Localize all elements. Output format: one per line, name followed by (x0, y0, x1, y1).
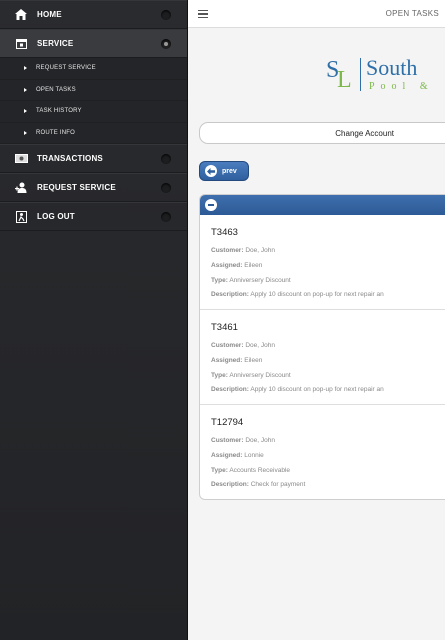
logo-divider (360, 58, 361, 91)
subnav-item-label: OPEN TASKS (36, 86, 76, 93)
subnav-item-label: REQUEST SERVICE (36, 65, 96, 72)
change-account-button[interactable]: Change Account (199, 122, 445, 144)
task-customer: Customer: Doe, John (211, 247, 275, 254)
task-id: T3461 (211, 322, 238, 333)
task-item[interactable]: T3461 Customer: Doe, John Assigned: Eile… (200, 310, 445, 405)
sidebar-item-log-out[interactable]: LOG OUT (0, 202, 187, 231)
subnav-item-task-history[interactable]: TASK HISTORY (0, 101, 187, 123)
logout-icon (14, 210, 28, 223)
caret-right-icon (24, 87, 27, 92)
page-title: OPEN TASKS (385, 9, 439, 18)
money-icon (14, 153, 28, 165)
subnav-item-route-info[interactable]: ROUTE INFO (0, 123, 187, 144)
panel-header (200, 195, 445, 215)
subnav-item-label: ROUTE INFO (36, 129, 75, 136)
sidebar-indicator (161, 38, 171, 49)
task-assigned: Assigned: Eileen (211, 261, 263, 269)
sidebar-item-label: HOME (37, 10, 62, 19)
sidebar-item-home[interactable]: HOME (0, 0, 187, 29)
prev-button[interactable]: prev (199, 161, 249, 181)
person-add-icon (14, 182, 28, 194)
sidebar-item-label: LOG OUT (37, 212, 75, 221)
caret-right-icon (24, 109, 27, 114)
service-subnav: REQUEST SERVICE OPEN TASKS TASK HISTORY … (0, 58, 187, 144)
sidebar-indicator (161, 211, 171, 222)
sidebar-item-transactions[interactable]: TRANSACTIONS (0, 144, 187, 173)
task-item[interactable]: T3463 Customer: Doe, John Assigned: Eile… (200, 215, 445, 310)
task-assigned: Assigned: Eileen (211, 356, 263, 364)
prev-label: prev (222, 167, 237, 175)
task-description: Description: Check for payment (211, 481, 306, 489)
sidebar-indicator (161, 9, 171, 20)
task-id: T12794 (211, 417, 244, 428)
arrow-left-icon (205, 165, 217, 177)
sidebar-item-service[interactable]: SERVICE (0, 29, 187, 58)
task-customer: Customer: Doe, John (211, 437, 275, 444)
calendar-icon (14, 38, 28, 50)
task-item[interactable]: T12794 Customer: Doe, John Assigned: Lon… (200, 405, 445, 499)
home-icon (14, 9, 28, 21)
task-description: Description: Apply 10 discount on pop-up… (211, 291, 384, 299)
menu-icon[interactable] (198, 10, 208, 18)
logo-brand-name: South (366, 55, 418, 80)
main-content: OPEN TASKS S L South Pool & Change Accou… (188, 0, 445, 640)
sidebar: HOME SERVICE REQUEST SERVICE OPEN TASKS … (0, 0, 188, 640)
task-assigned: Assigned: Lonnie (211, 451, 264, 459)
caret-right-icon (24, 66, 27, 71)
task-id: T3463 (211, 227, 238, 238)
caret-right-icon (24, 130, 27, 135)
task-type: Type: Anniversery Discount (211, 276, 291, 284)
sidebar-indicator (161, 153, 171, 164)
sidebar-indicator (161, 182, 171, 193)
task-type: Type: Accounts Receivable (211, 466, 291, 474)
subnav-item-label: TASK HISTORY (36, 108, 82, 115)
subnav-item-request-service[interactable]: REQUEST SERVICE (0, 58, 187, 80)
task-description: Description: Apply 10 discount on pop-up… (211, 386, 384, 394)
collapse-icon[interactable] (205, 199, 217, 211)
logo-mark-l: L (337, 67, 352, 93)
company-logo: S L South Pool & (326, 55, 445, 95)
task-type: Type: Anniversery Discount (211, 371, 291, 379)
task-customer: Customer: Doe, John (211, 342, 275, 349)
sidebar-item-label: TRANSACTIONS (37, 154, 103, 163)
change-account-label: Change Account (335, 128, 394, 138)
top-bar: OPEN TASKS (188, 0, 445, 28)
open-tasks-panel: T3463 Customer: Doe, John Assigned: Eile… (199, 194, 445, 500)
subnav-item-open-tasks[interactable]: OPEN TASKS (0, 80, 187, 101)
sidebar-item-request-service[interactable]: REQUEST SERVICE (0, 173, 187, 202)
sidebar-item-label: SERVICE (37, 39, 74, 48)
sidebar-item-label: REQUEST SERVICE (37, 183, 116, 192)
logo-brand-subtitle: Pool & (369, 81, 434, 92)
